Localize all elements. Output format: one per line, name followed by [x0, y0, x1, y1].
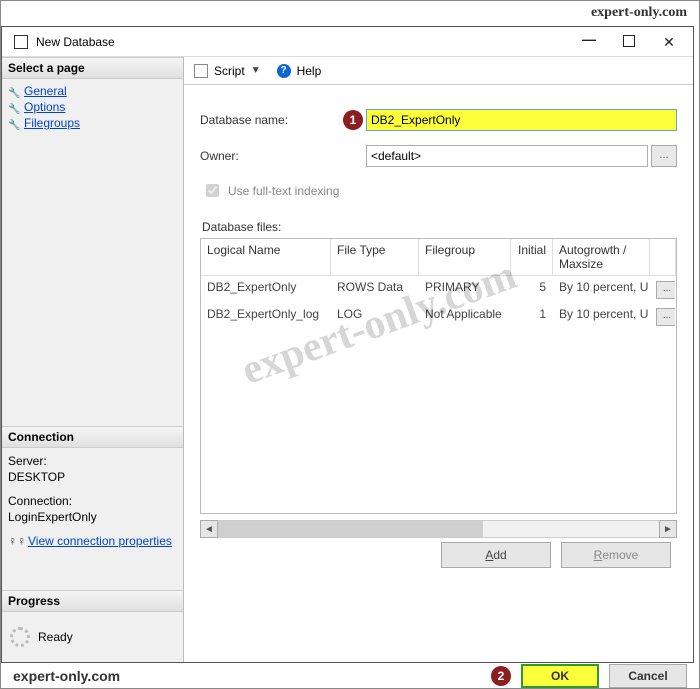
watermark-top: expert-only.com	[1, 1, 699, 26]
dbname-label: Database name:	[200, 113, 340, 127]
callout-2: 2	[491, 666, 511, 686]
cancel-button[interactable]: Cancel	[609, 664, 687, 688]
page-link[interactable]: Filegroups	[24, 116, 80, 130]
window-title: New Database	[36, 35, 569, 49]
watermark-bottom: expert-only.com	[13, 668, 120, 684]
progress-status: Ready	[38, 630, 73, 644]
section-header-connection: Connection	[2, 426, 183, 448]
toolbar: Script ▼ ? Help	[184, 57, 693, 85]
cell-initial: 1	[511, 303, 553, 330]
table-row[interactable]: DB2_ExpertOnly ROWS Data PRIMARY 5 By 10…	[201, 276, 676, 303]
scroll-track[interactable]	[218, 520, 659, 538]
col-file-type[interactable]: File Type	[331, 239, 419, 275]
cell-file-type: LOG	[331, 303, 419, 330]
fulltext-label: Use full-text indexing	[228, 184, 339, 198]
cell-filegroup: Not Applicable	[419, 303, 511, 330]
server-value: DESKTOP	[8, 470, 177, 484]
btn-label: Add	[485, 548, 506, 562]
connection-value: LoginExpertOnly	[8, 510, 177, 524]
page-list: General Options Filegroups	[2, 79, 183, 135]
cell-filegroup: PRIMARY	[419, 276, 511, 303]
wrench-icon	[8, 85, 20, 97]
help-icon: ?	[277, 64, 291, 78]
progress-spinner-icon	[10, 627, 30, 647]
view-connection-properties-link[interactable]: View connection properties	[28, 534, 172, 548]
main-area: Script ▼ ? Help Database name: 1 Owner:	[184, 57, 693, 662]
files-grid[interactable]: Logical Name File Type Filegroup Initial…	[200, 238, 677, 514]
owner-browse-button[interactable]: ...	[651, 145, 677, 167]
maximize-button[interactable]	[609, 28, 649, 56]
horizontal-scrollbar[interactable]: ◄ ►	[200, 520, 677, 538]
minimize-button[interactable]	[569, 28, 609, 56]
connection-body: Server: DESKTOP Connection: LoginExpertO…	[2, 448, 183, 554]
scroll-left-icon[interactable]: ◄	[200, 520, 218, 538]
owner-label: Owner:	[200, 149, 340, 163]
script-dropdown-icon[interactable]: ▼	[251, 65, 261, 76]
section-header-pages: Select a page	[2, 57, 183, 79]
ok-button[interactable]: OK	[521, 664, 599, 688]
wrench-icon	[8, 117, 20, 129]
script-button[interactable]: Script	[214, 64, 245, 78]
close-button[interactable]	[649, 28, 689, 56]
table-row[interactable]: DB2_ExpertOnly_log LOG Not Applicable 1 …	[201, 303, 676, 330]
page-item-general[interactable]: General	[6, 83, 179, 99]
wrench-icon	[8, 101, 20, 113]
cell-autogrowth: By 10 percent, Unlimited	[553, 303, 650, 330]
remove-button[interactable]: Remove	[561, 542, 671, 568]
cell-file-type: ROWS Data	[331, 276, 419, 303]
network-icon: ♀♀	[8, 534, 22, 548]
col-logical-name[interactable]: Logical Name	[201, 239, 331, 275]
server-label: Server:	[8, 454, 177, 468]
cell-logical-name: DB2_ExpertOnly_log	[201, 303, 331, 330]
autogrowth-edit-button[interactable]: ...	[656, 281, 676, 299]
page-link[interactable]: General	[24, 84, 67, 98]
app-icon	[14, 35, 28, 49]
col-initial[interactable]: Initial	[511, 239, 553, 275]
scroll-right-icon[interactable]: ►	[659, 520, 677, 538]
footer-bar: expert-only.com 2 OK Cancel	[1, 663, 699, 688]
scroll-thumb[interactable]	[218, 521, 483, 537]
fulltext-checkbox	[206, 184, 219, 197]
cell-autogrowth: By 10 percent, Unlimited	[553, 276, 650, 303]
form-area: Database name: 1 Owner: ... Use full-tex…	[184, 85, 693, 574]
col-autogrowth[interactable]: Autogrowth / Maxsize	[553, 239, 650, 275]
cell-initial: 5	[511, 276, 553, 303]
dialog-window: New Database Select a page General Optio…	[1, 26, 694, 663]
callout-1: 1	[340, 110, 366, 130]
script-icon	[194, 64, 208, 78]
section-header-progress: Progress	[2, 590, 183, 612]
title-bar: New Database	[2, 27, 693, 57]
page-link[interactable]: Options	[24, 100, 65, 114]
autogrowth-edit-button[interactable]: ...	[656, 308, 676, 326]
progress-body: Ready	[2, 612, 183, 662]
left-panel: Select a page General Options Filegroups	[2, 57, 184, 662]
page-item-filegroups[interactable]: Filegroups	[6, 115, 179, 131]
col-filegroup[interactable]: Filegroup	[419, 239, 511, 275]
owner-input[interactable]	[366, 145, 648, 167]
page-item-options[interactable]: Options	[6, 99, 179, 115]
cell-logical-name: DB2_ExpertOnly	[201, 276, 331, 303]
dbname-input[interactable]	[366, 109, 677, 131]
files-header-row: Logical Name File Type Filegroup Initial…	[201, 239, 676, 276]
help-button[interactable]: Help	[297, 64, 322, 78]
connection-label: Connection:	[8, 494, 177, 508]
btn-label: Remove	[594, 548, 639, 562]
add-button[interactable]: Add	[441, 542, 551, 568]
files-label: Database files:	[202, 220, 677, 234]
